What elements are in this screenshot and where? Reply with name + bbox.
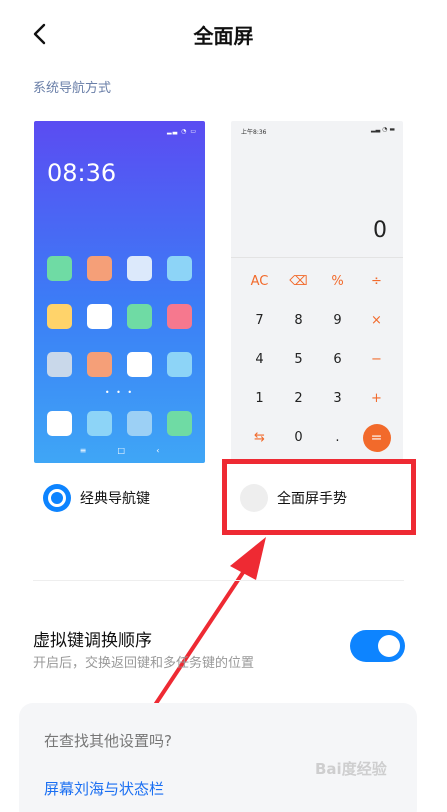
app-icon — [87, 304, 112, 329]
app-icon — [127, 352, 152, 377]
page-title: 全面屏 — [193, 24, 254, 48]
calculator-key: 0 — [294, 430, 303, 445]
app-icon — [87, 352, 112, 377]
app-grid — [47, 256, 194, 377]
notch-statusbar-link[interactable]: 屏幕刘海与状态栏 — [44, 778, 164, 799]
dock-app-icon — [127, 411, 152, 436]
other-settings-question: 在查找其他设置吗? — [44, 732, 172, 750]
calculator-key: 4 — [255, 352, 264, 367]
back-icon: ‹ — [156, 446, 160, 455]
calculator-keypad: AC ⌫% ÷ 7 8 9 × 4 5 6 − 1 2 3 + ⇆ 0. = — [240, 262, 396, 457]
status-icons: ▂▃ ◔ ▭ — [167, 128, 197, 135]
app-icon — [127, 256, 152, 281]
app-dock — [47, 411, 194, 436]
calculator-key: ⌫ — [289, 274, 308, 289]
menu-icon: ≡ — [79, 446, 87, 455]
gesture-nav-preview[interactable]: 上午8:36 ▂▃ ◔ ▬ 0 AC ⌫% ÷ 7 8 9 × 4 5 6 − 1 2 3 + ⇆ 0. = — [231, 121, 403, 463]
preview-status-time: 上午8:36 — [241, 129, 267, 136]
calculator-key: 8 — [294, 313, 303, 328]
classic-nav-option[interactable]: 经典导航键 — [43, 484, 150, 512]
calculator-key: 5 — [294, 352, 303, 367]
calculator-key: 1 — [255, 391, 264, 406]
app-icon — [87, 256, 112, 281]
calculator-key: 3 — [333, 391, 342, 406]
calculator-key: × — [371, 313, 382, 328]
dock-app-icon — [167, 411, 192, 436]
app-icon — [127, 304, 152, 329]
calculator-key: 6 — [333, 352, 342, 367]
app-icon — [167, 256, 192, 281]
section-label: 系统导航方式 — [33, 81, 112, 96]
status-icons: ▂▃ ◔ ▬ — [371, 126, 395, 133]
calculator-key: . — [335, 430, 340, 445]
app-icon — [167, 352, 192, 377]
divider — [33, 580, 404, 581]
calculator-key: 7 — [255, 313, 264, 328]
calculator-key: 2 — [294, 391, 303, 406]
calculator-key: = — [357, 418, 396, 457]
calculator-key: ÷ — [371, 274, 382, 289]
calculator-key: 9 — [333, 313, 342, 328]
swap-keys-toggle[interactable] — [350, 630, 405, 662]
app-icon — [47, 352, 72, 377]
classic-nav-preview[interactable]: ▂▃ ◔ ▭ 08:36 • • • ≡ □ ‹ — [34, 121, 205, 463]
calculator-display: 0 — [373, 218, 387, 243]
app-icon — [167, 304, 192, 329]
calculator-key: % — [331, 274, 344, 289]
dock-app-icon — [47, 411, 72, 436]
classic-nav-label: 经典导航键 — [80, 491, 150, 507]
annotation-highlight-box — [222, 459, 416, 535]
swap-keys-subtitle: 开启后，交换返回键和多任务键的位置 — [33, 656, 255, 671]
calculator-key: AC — [250, 274, 269, 289]
swap-keys-title: 虚拟键调换顺序 — [33, 631, 152, 651]
calculator-divider — [231, 257, 403, 258]
calculator-key: + — [371, 391, 382, 406]
home-icon: □ — [117, 446, 126, 455]
dock-app-icon — [87, 411, 112, 436]
app-icon — [47, 256, 72, 281]
page-dots: • • • — [104, 388, 135, 397]
app-icon — [47, 304, 72, 329]
toggle-knob — [378, 635, 400, 657]
preview-clock: 08:36 — [47, 159, 117, 187]
watermark-logo: Bai度经验 — [315, 760, 387, 778]
calculator-key: ⇆ — [254, 430, 265, 445]
preview-nav-bar: ≡ □ ‹ — [34, 446, 205, 455]
header: 全面屏 — [0, 0, 447, 68]
calculator-key: − — [371, 352, 382, 367]
classic-nav-radio[interactable] — [43, 484, 71, 512]
